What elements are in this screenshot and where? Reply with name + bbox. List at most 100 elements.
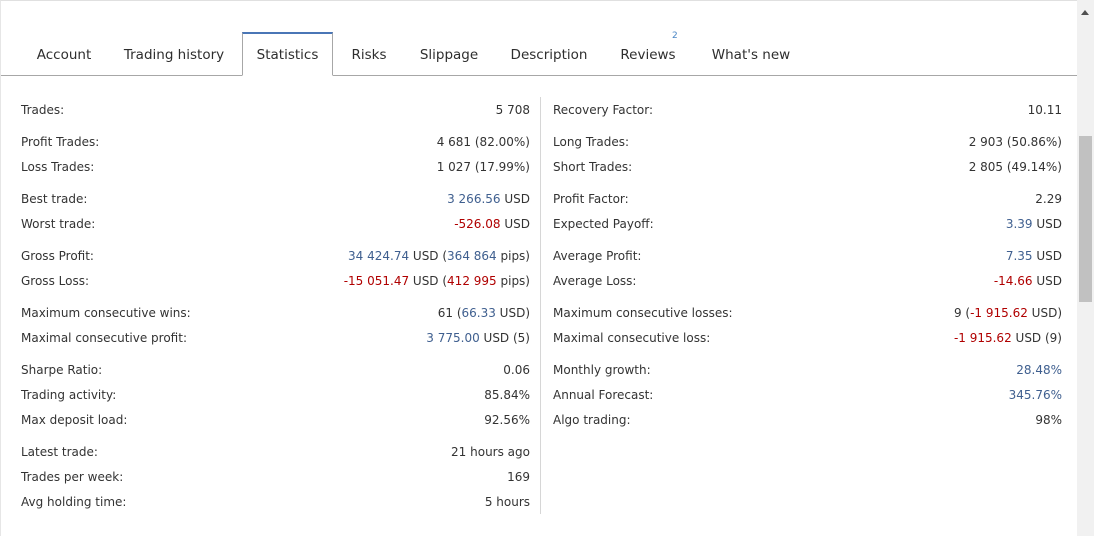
scroll-up-arrow-icon[interactable] bbox=[1081, 10, 1089, 15]
tab-account[interactable]: Account bbox=[23, 32, 105, 76]
stat-value: 2 903 (50.86%) bbox=[968, 135, 1062, 149]
unit: USD ( bbox=[409, 249, 448, 263]
tab-label: Description bbox=[510, 47, 588, 63]
stat-profit-factor: Profit Factor: 2.29 bbox=[553, 191, 1062, 207]
stat-value: 61 (66.33 USD) bbox=[438, 305, 530, 321]
unit: USD bbox=[500, 192, 530, 206]
stat-label: Best trade: bbox=[21, 192, 88, 206]
amount: 3 775.00 bbox=[426, 331, 480, 345]
stat-value: 28.48% bbox=[1016, 363, 1062, 377]
stat-value: 92.56% bbox=[484, 413, 530, 427]
stat-label: Algo trading: bbox=[553, 413, 631, 427]
pips: 412 995 bbox=[447, 274, 497, 288]
stat-label: Maximal consecutive loss: bbox=[553, 331, 711, 345]
stat-trades: Trades: 5 708 bbox=[21, 102, 530, 118]
stat-value: 1 027 (17.99%) bbox=[436, 160, 530, 174]
stat-gross-profit: Gross Profit: 34 424.74 USD (364 864 pips… bbox=[21, 248, 530, 264]
stat-average-loss: Average Loss: -14.66 USD bbox=[553, 273, 1062, 289]
stat-label: Recovery Factor: bbox=[553, 103, 654, 117]
unit: USD bbox=[500, 217, 530, 231]
stat-latest-trade: Latest trade: 21 hours ago bbox=[21, 444, 530, 460]
tab-statistics[interactable]: Statistics bbox=[242, 32, 333, 76]
stat-label: Annual Forecast: bbox=[553, 388, 654, 402]
tab-whats-new[interactable]: What's new bbox=[701, 32, 801, 76]
tab-label: Trading history bbox=[123, 47, 225, 63]
stat-value: 7.35 USD bbox=[1006, 248, 1062, 264]
tab-label: Risks bbox=[351, 47, 387, 63]
tab-description[interactable]: Description bbox=[501, 32, 597, 76]
reviews-count-badge: 2 bbox=[672, 31, 678, 41]
amount: 66.33 bbox=[461, 306, 496, 320]
stat-value: 85.84% bbox=[484, 388, 530, 402]
tab-label: Slippage bbox=[419, 47, 479, 63]
unit: USD ( bbox=[409, 274, 448, 288]
stat-avg-holding-time: Avg holding time: 5 hours bbox=[21, 494, 530, 510]
stat-label: Sharpe Ratio: bbox=[21, 363, 103, 377]
stat-max-consecutive-profit: Maximal consecutive profit: 3 775.00 USD … bbox=[21, 330, 530, 346]
unit: USD (9) bbox=[1011, 331, 1062, 345]
stat-max-consecutive-wins: Maximum consecutive wins: 61 (66.33 USD) bbox=[21, 305, 530, 321]
tab-reviews[interactable]: Reviews 2 bbox=[609, 31, 687, 76]
stat-label: Expected Payoff: bbox=[553, 217, 654, 231]
unit: USD) bbox=[495, 306, 530, 320]
stat-label: Long Trades: bbox=[553, 135, 630, 149]
stat-value: 0.06 bbox=[503, 363, 530, 377]
tab-slippage[interactable]: Slippage bbox=[409, 32, 489, 76]
count: 9 ( bbox=[953, 306, 971, 320]
stat-value: 5 hours bbox=[484, 495, 530, 509]
stat-expected-payoff: Expected Payoff: 3.39 USD bbox=[553, 216, 1062, 232]
pips: 364 864 bbox=[447, 249, 497, 263]
stat-value: -526.08 USD bbox=[454, 216, 530, 232]
stat-label: Average Profit: bbox=[553, 249, 642, 263]
vertical-scrollbar[interactable] bbox=[1077, 0, 1094, 536]
stat-value: 2.29 bbox=[1035, 192, 1062, 206]
tab-label: What's new bbox=[711, 47, 791, 63]
amount: 7.35 bbox=[1005, 249, 1033, 263]
unit: USD) bbox=[1027, 306, 1062, 320]
stat-label: Trades per week: bbox=[21, 470, 124, 484]
scrollbar-thumb[interactable] bbox=[1079, 136, 1092, 302]
stat-label: Profit Trades: bbox=[21, 135, 100, 149]
stat-value: 9 (-1 915.62 USD) bbox=[954, 305, 1062, 321]
unit: USD (5) bbox=[479, 331, 530, 345]
stat-gross-loss: Gross Loss: -15 051.47 USD (412 995 pips) bbox=[21, 273, 530, 289]
stat-recovery-factor: Recovery Factor: 10.11 bbox=[553, 102, 1062, 118]
stat-short-trades: Short Trades: 2 805 (49.14%) bbox=[553, 159, 1062, 175]
stat-sharpe-ratio: Sharpe Ratio: 0.06 bbox=[21, 362, 530, 378]
stat-average-profit: Average Profit: 7.35 USD bbox=[553, 248, 1062, 264]
column-divider bbox=[540, 97, 541, 514]
stat-label: Trades: bbox=[21, 103, 65, 117]
stat-annual-forecast: Annual Forecast: 345.76% bbox=[553, 387, 1062, 403]
unit: pips) bbox=[496, 249, 530, 263]
stat-label: Maximum consecutive losses: bbox=[553, 306, 733, 320]
stat-value: 98% bbox=[1035, 413, 1062, 427]
stat-label: Monthly growth: bbox=[553, 363, 651, 377]
stat-monthly-growth: Monthly growth: 28.48% bbox=[553, 362, 1062, 378]
unit: USD bbox=[1032, 274, 1062, 288]
stat-loss-trades: Loss Trades: 1 027 (17.99%) bbox=[21, 159, 530, 175]
stat-best-trade: Best trade: 3 266.56 USD bbox=[21, 191, 530, 207]
stat-trading-activity: Trading activity: 85.84% bbox=[21, 387, 530, 403]
stat-value: 3 775.00 USD (5) bbox=[426, 330, 530, 346]
stat-worst-trade: Worst trade: -526.08 USD bbox=[21, 216, 530, 232]
count: 61 ( bbox=[437, 306, 462, 320]
stat-label: Gross Loss: bbox=[21, 274, 89, 288]
unit: pips) bbox=[496, 274, 530, 288]
stat-value: -14.66 USD bbox=[994, 273, 1062, 289]
amount: -14.66 bbox=[993, 274, 1033, 288]
stat-value: 5 708 bbox=[495, 103, 530, 117]
stat-value: 3 266.56 USD bbox=[447, 191, 530, 207]
amount: -1 915.62 bbox=[970, 306, 1028, 320]
stat-value: 2 805 (49.14%) bbox=[968, 160, 1062, 174]
stat-value: -15 051.47 USD (412 995 pips) bbox=[344, 273, 530, 289]
amount: -1 915.62 bbox=[953, 331, 1012, 345]
stat-label: Trading activity: bbox=[21, 388, 117, 402]
tab-risks[interactable]: Risks bbox=[341, 32, 397, 76]
amount: -526.08 bbox=[454, 217, 501, 231]
tab-bar: Account Trading history Statistics Risks… bbox=[1, 31, 1078, 76]
unit: USD bbox=[1032, 217, 1062, 231]
stat-max-consecutive-loss: Maximal consecutive loss: -1 915.62 USD (… bbox=[553, 330, 1062, 346]
unit: USD bbox=[1032, 249, 1062, 263]
tab-trading-history[interactable]: Trading history bbox=[113, 32, 235, 76]
stat-value: 3.39 USD bbox=[1006, 216, 1062, 232]
